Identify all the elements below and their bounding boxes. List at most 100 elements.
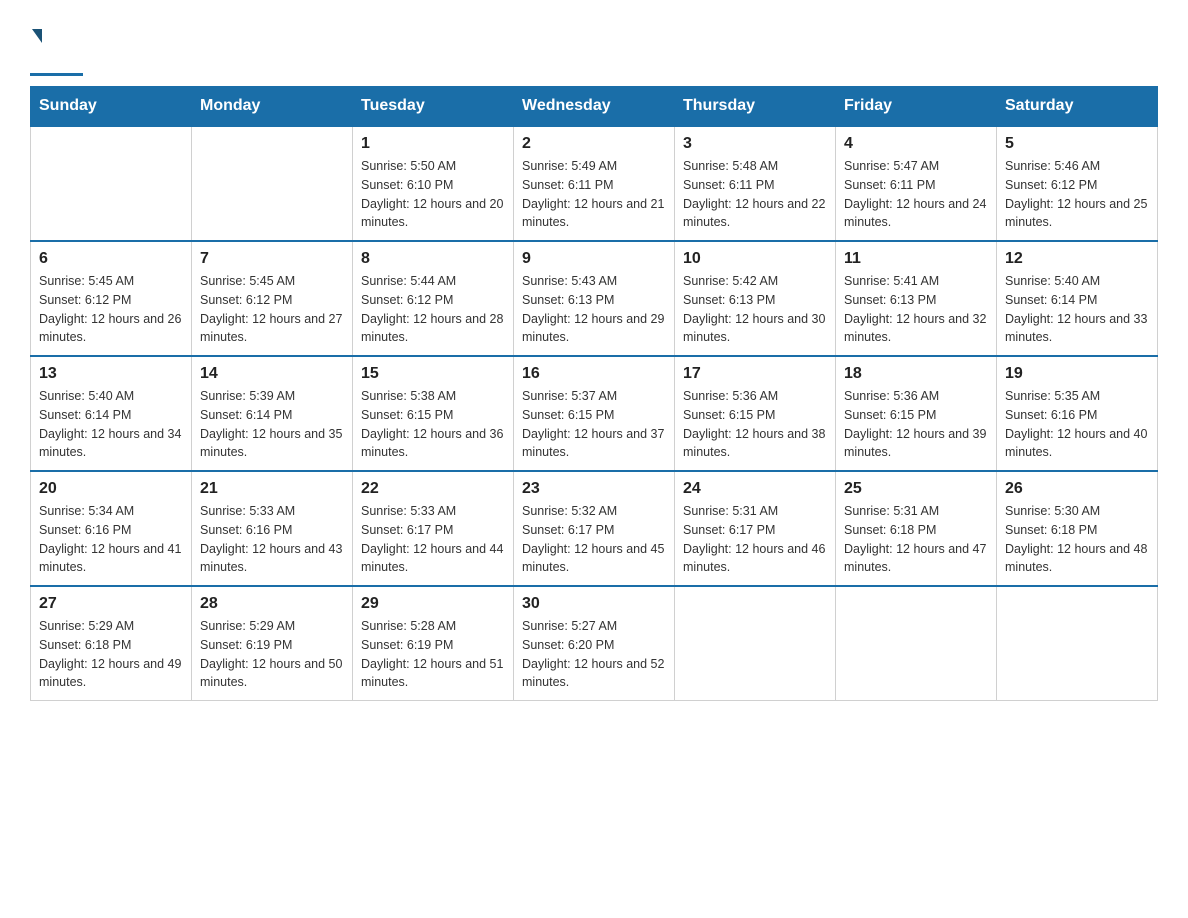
day-number: 25: [844, 480, 988, 498]
calendar-cell: 8 Sunrise: 5:44 AMSunset: 6:12 PMDaylight…: [353, 241, 514, 356]
day-info: Sunrise: 5:31 AMSunset: 6:18 PMDaylight:…: [844, 502, 988, 577]
day-number: 23: [522, 480, 666, 498]
weekday-header-thursday: Thursday: [675, 87, 836, 127]
day-info: Sunrise: 5:30 AMSunset: 6:18 PMDaylight:…: [1005, 502, 1149, 577]
calendar-cell: 3 Sunrise: 5:48 AMSunset: 6:11 PMDaylight…: [675, 126, 836, 241]
day-info: Sunrise: 5:38 AMSunset: 6:15 PMDaylight:…: [361, 387, 505, 462]
calendar-week-1: 1Sunrise: 5:50 AMSunset: 6:10 PMDaylight…: [31, 126, 1158, 241]
day-number: 4: [844, 135, 988, 153]
calendar-cell: 2 Sunrise: 5:49 AMSunset: 6:11 PMDaylight…: [514, 126, 675, 241]
day-number: 24: [683, 480, 827, 498]
day-info: Sunrise: 5:40 AMSunset: 6:14 PMDaylight:…: [1005, 272, 1149, 347]
calendar-week-3: 13Sunrise: 5:40 AMSunset: 6:14 PMDayligh…: [31, 356, 1158, 471]
calendar-cell: 12Sunrise: 5:40 AMSunset: 6:14 PMDayligh…: [997, 241, 1158, 356]
day-info: Sunrise: 5:33 AMSunset: 6:16 PMDaylight:…: [200, 502, 344, 577]
day-number: 3: [683, 135, 827, 153]
day-info: Sunrise: 5:46 AMSunset: 6:12 PMDaylight:…: [1005, 157, 1149, 232]
weekday-header-wednesday: Wednesday: [514, 87, 675, 127]
calendar-cell: 9Sunrise: 5:43 AMSunset: 6:13 PMDaylight…: [514, 241, 675, 356]
calendar-cell: 26 Sunrise: 5:30 AMSunset: 6:18 PMDayligh…: [997, 471, 1158, 586]
calendar-cell: 28 Sunrise: 5:29 AMSunset: 6:19 PMDayligh…: [192, 586, 353, 701]
calendar-cell: 14 Sunrise: 5:39 AMSunset: 6:14 PMDayligh…: [192, 356, 353, 471]
day-info: Sunrise: 5:36 AMSunset: 6:15 PMDaylight:…: [844, 387, 988, 462]
day-number: 11: [844, 250, 988, 268]
day-info: Sunrise: 5:27 AMSunset: 6:20 PMDaylight:…: [522, 617, 666, 692]
day-info: Sunrise: 5:37 AMSunset: 6:15 PMDaylight:…: [522, 387, 666, 462]
day-info: Sunrise: 5:29 AMSunset: 6:18 PMDaylight:…: [39, 617, 183, 692]
day-number: 22: [361, 480, 505, 498]
day-number: 6: [39, 250, 183, 268]
page-header: [30, 20, 1158, 76]
day-number: 21: [200, 480, 344, 498]
day-info: Sunrise: 5:34 AMSunset: 6:16 PMDaylight:…: [39, 502, 183, 577]
day-number: 8: [361, 250, 505, 268]
calendar-week-2: 6 Sunrise: 5:45 AMSunset: 6:12 PMDaylight…: [31, 241, 1158, 356]
day-number: 27: [39, 595, 183, 613]
day-info: Sunrise: 5:35 AMSunset: 6:16 PMDaylight:…: [1005, 387, 1149, 462]
day-info: Sunrise: 5:36 AMSunset: 6:15 PMDaylight:…: [683, 387, 827, 462]
day-info: Sunrise: 5:42 AMSunset: 6:13 PMDaylight:…: [683, 272, 827, 347]
day-number: 16: [522, 365, 666, 383]
day-number: 2: [522, 135, 666, 153]
weekday-header-sunday: Sunday: [31, 87, 192, 127]
day-number: 18: [844, 365, 988, 383]
day-info: Sunrise: 5:48 AMSunset: 6:11 PMDaylight:…: [683, 157, 827, 232]
calendar-cell: 22 Sunrise: 5:33 AMSunset: 6:17 PMDayligh…: [353, 471, 514, 586]
day-number: 26: [1005, 480, 1149, 498]
day-number: 28: [200, 595, 344, 613]
day-info: Sunrise: 5:39 AMSunset: 6:14 PMDaylight:…: [200, 387, 344, 462]
calendar-cell: 6 Sunrise: 5:45 AMSunset: 6:12 PMDaylight…: [31, 241, 192, 356]
weekday-header-friday: Friday: [836, 87, 997, 127]
calendar-week-4: 20Sunrise: 5:34 AMSunset: 6:16 PMDayligh…: [31, 471, 1158, 586]
calendar-cell: 13Sunrise: 5:40 AMSunset: 6:14 PMDayligh…: [31, 356, 192, 471]
day-number: 15: [361, 365, 505, 383]
calendar-cell: [675, 586, 836, 701]
logo-general-text2: [30, 39, 81, 71]
calendar-cell: [31, 126, 192, 241]
calendar-cell: [997, 586, 1158, 701]
calendar-cell: 24Sunrise: 5:31 AMSunset: 6:17 PMDayligh…: [675, 471, 836, 586]
calendar-week-5: 27 Sunrise: 5:29 AMSunset: 6:18 PMDayligh…: [31, 586, 1158, 701]
calendar-cell: 20Sunrise: 5:34 AMSunset: 6:16 PMDayligh…: [31, 471, 192, 586]
calendar-cell: 18 Sunrise: 5:36 AMSunset: 6:15 PMDayligh…: [836, 356, 997, 471]
day-number: 19: [1005, 365, 1149, 383]
day-info: Sunrise: 5:29 AMSunset: 6:19 PMDaylight:…: [200, 617, 344, 692]
day-info: Sunrise: 5:41 AMSunset: 6:13 PMDaylight:…: [844, 272, 988, 347]
day-info: Sunrise: 5:49 AMSunset: 6:11 PMDaylight:…: [522, 157, 666, 232]
logo: [30, 25, 83, 76]
calendar-cell: 30 Sunrise: 5:27 AMSunset: 6:20 PMDayligh…: [514, 586, 675, 701]
logo-underline: [30, 73, 83, 76]
day-number: 10: [683, 250, 827, 268]
weekday-header-monday: Monday: [192, 87, 353, 127]
calendar-cell: 15 Sunrise: 5:38 AMSunset: 6:15 PMDayligh…: [353, 356, 514, 471]
day-info: Sunrise: 5:47 AMSunset: 6:11 PMDaylight:…: [844, 157, 988, 232]
day-info: Sunrise: 5:32 AMSunset: 6:17 PMDaylight:…: [522, 502, 666, 577]
day-info: Sunrise: 5:50 AMSunset: 6:10 PMDaylight:…: [361, 157, 505, 232]
calendar-cell: 1Sunrise: 5:50 AMSunset: 6:10 PMDaylight…: [353, 126, 514, 241]
calendar-cell: 4 Sunrise: 5:47 AMSunset: 6:11 PMDaylight…: [836, 126, 997, 241]
calendar-cell: 10 Sunrise: 5:42 AMSunset: 6:13 PMDayligh…: [675, 241, 836, 356]
calendar-cell: 29 Sunrise: 5:28 AMSunset: 6:19 PMDayligh…: [353, 586, 514, 701]
day-info: Sunrise: 5:44 AMSunset: 6:12 PMDaylight:…: [361, 272, 505, 347]
weekday-header-tuesday: Tuesday: [353, 87, 514, 127]
day-info: Sunrise: 5:43 AMSunset: 6:13 PMDaylight:…: [522, 272, 666, 347]
day-info: Sunrise: 5:33 AMSunset: 6:17 PMDaylight:…: [361, 502, 505, 577]
calendar-cell: [836, 586, 997, 701]
day-number: 5: [1005, 135, 1149, 153]
day-number: 30: [522, 595, 666, 613]
day-info: Sunrise: 5:45 AMSunset: 6:12 PMDaylight:…: [39, 272, 183, 347]
day-number: 17: [683, 365, 827, 383]
day-number: 29: [361, 595, 505, 613]
calendar-cell: 27 Sunrise: 5:29 AMSunset: 6:18 PMDayligh…: [31, 586, 192, 701]
day-number: 7: [200, 250, 344, 268]
calendar-table: SundayMondayTuesdayWednesdayThursdayFrid…: [30, 86, 1158, 701]
calendar-cell: 7Sunrise: 5:45 AMSunset: 6:12 PMDaylight…: [192, 241, 353, 356]
day-info: Sunrise: 5:28 AMSunset: 6:19 PMDaylight:…: [361, 617, 505, 692]
calendar-header-row: SundayMondayTuesdayWednesdayThursdayFrid…: [31, 87, 1158, 127]
day-info: Sunrise: 5:40 AMSunset: 6:14 PMDaylight:…: [39, 387, 183, 462]
day-number: 14: [200, 365, 344, 383]
calendar-cell: 5 Sunrise: 5:46 AMSunset: 6:12 PMDaylight…: [997, 126, 1158, 241]
calendar-cell: 16 Sunrise: 5:37 AMSunset: 6:15 PMDayligh…: [514, 356, 675, 471]
weekday-header-saturday: Saturday: [997, 87, 1158, 127]
calendar-cell: 25 Sunrise: 5:31 AMSunset: 6:18 PMDayligh…: [836, 471, 997, 586]
